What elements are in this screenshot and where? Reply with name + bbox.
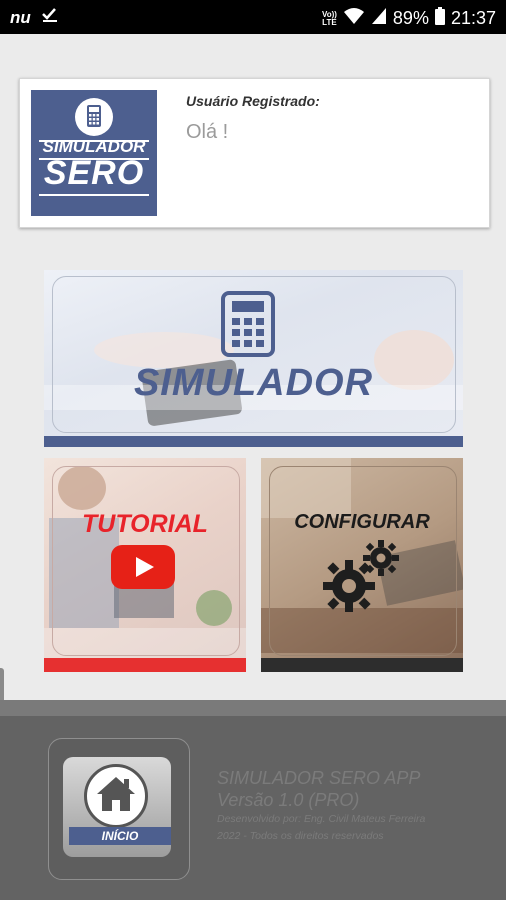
user-status-label: Usuário Registrado: [186, 93, 320, 109]
footer-divider [0, 700, 506, 716]
battery-level: 89% [392, 8, 429, 28]
app-version: Versão 1.0 (PRO) [217, 790, 360, 810]
calculator-logo-icon [75, 98, 113, 136]
configurar-label: CONFIGURAR [294, 511, 430, 533]
simulador-accent-strip [44, 436, 463, 447]
nu-logo-icon: nu [10, 7, 31, 27]
gears-icon [317, 536, 407, 621]
status-bar: nu Vo)) LTE 89% 21:37 [0, 0, 506, 34]
wifi-icon [343, 7, 365, 30]
app-info: SIMULADOR SERO APP Versão 1.0 (PRO) Dese… [217, 767, 425, 845]
home-button-frame: INÍCIO [48, 738, 190, 880]
developer-credit: Desenvolvido por: Eng. Civil Mateus Ferr… [217, 813, 426, 825]
calculator-icon [220, 290, 276, 363]
download-done-icon [41, 7, 59, 28]
app-logo: SIMULADOR SERO [31, 90, 157, 216]
youtube-play-icon [111, 545, 175, 594]
simulador-button[interactable]: SIMULADOR [44, 270, 463, 447]
tutorial-button[interactable]: TUTORIAL [44, 458, 246, 672]
simulador-label: SIMULADOR [133, 362, 374, 404]
configurar-accent-strip [261, 658, 463, 672]
tutorial-label: TUTORIAL [82, 510, 208, 538]
clock: 21:37 [450, 8, 496, 28]
configurar-button[interactable]: CONFIGURAR [261, 458, 463, 672]
tutorial-accent-strip [44, 658, 246, 672]
volte-icon: Vo)) LTE [322, 10, 337, 27]
user-card: SIMULADOR SERO Usuário Registrado: Olá ! [19, 78, 490, 228]
app-name: SIMULADOR SERO APP [217, 768, 421, 788]
greeting-text: Olá ! [186, 121, 229, 143]
logo-line-2: SERO [43, 154, 145, 192]
logo-divider [39, 194, 149, 196]
home-circle [84, 764, 148, 828]
lte-label: LTE [322, 17, 337, 27]
home-icon [95, 774, 137, 819]
copyright-text: 2022 - Todos os direitos reservados [217, 830, 384, 842]
battery-icon [434, 7, 445, 30]
home-button[interactable]: INÍCIO [63, 757, 171, 857]
home-label: INÍCIO [69, 827, 171, 845]
signal-icon [371, 7, 387, 30]
